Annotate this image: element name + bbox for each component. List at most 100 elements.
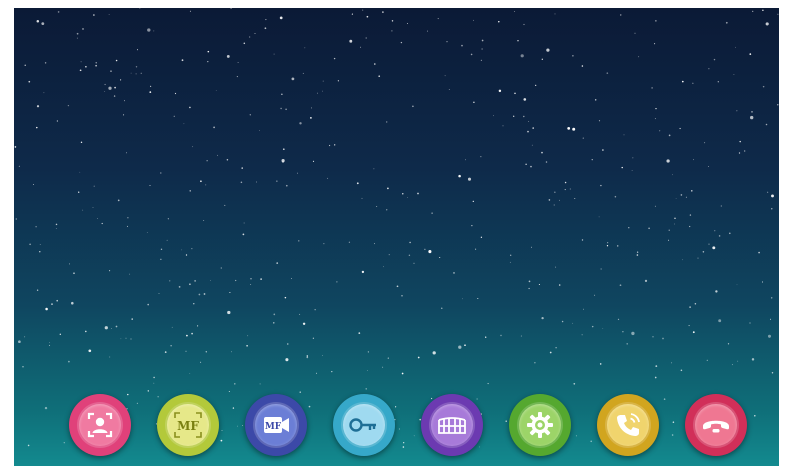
star <box>509 261 511 263</box>
unlock-key-button[interactable] <box>333 394 395 456</box>
star <box>322 355 323 356</box>
star <box>104 326 108 330</box>
star <box>285 184 288 187</box>
star <box>428 250 432 254</box>
star <box>217 154 219 156</box>
star <box>79 69 82 72</box>
star <box>109 270 111 272</box>
star <box>765 123 768 126</box>
star <box>651 87 653 89</box>
star <box>777 13 779 15</box>
star <box>181 59 184 62</box>
star <box>725 21 728 24</box>
star <box>582 137 584 139</box>
star <box>186 334 188 337</box>
face-recognition-button[interactable] <box>69 394 131 456</box>
star <box>520 54 524 58</box>
bottom-dock: MF MF <box>14 394 779 464</box>
star <box>510 254 512 256</box>
star <box>226 54 230 58</box>
star <box>666 159 670 163</box>
star <box>689 306 691 308</box>
star <box>412 105 414 108</box>
star <box>76 32 79 35</box>
star <box>104 83 106 86</box>
star <box>29 243 31 246</box>
star <box>130 72 132 74</box>
hang-up-button[interactable] <box>685 394 747 456</box>
star <box>246 344 248 347</box>
star <box>407 23 408 24</box>
star <box>668 134 671 137</box>
star <box>538 283 540 286</box>
star <box>572 55 574 57</box>
star <box>453 272 455 274</box>
star <box>620 14 622 16</box>
hang-up-icon <box>703 420 729 433</box>
star <box>514 10 516 12</box>
star <box>475 248 477 250</box>
star <box>462 298 463 300</box>
star <box>680 194 683 196</box>
star <box>402 193 404 195</box>
gate-button[interactable] <box>421 394 483 456</box>
star <box>564 181 567 184</box>
star <box>80 61 82 63</box>
star <box>185 254 188 256</box>
star <box>674 223 675 225</box>
star <box>247 335 249 337</box>
star <box>203 220 205 221</box>
star <box>14 146 17 148</box>
star <box>18 340 21 344</box>
star <box>674 217 676 219</box>
settings-button[interactable] <box>509 394 571 456</box>
star <box>671 362 673 364</box>
star <box>767 191 769 193</box>
star <box>739 140 741 143</box>
call-log-button[interactable] <box>597 394 659 456</box>
star <box>762 9 764 11</box>
star <box>146 232 148 233</box>
star <box>682 259 684 261</box>
star <box>554 13 556 15</box>
star <box>417 356 420 359</box>
star <box>685 196 687 198</box>
star <box>110 328 112 329</box>
star <box>273 313 276 316</box>
star <box>481 39 484 42</box>
star <box>493 115 494 117</box>
star <box>737 360 739 362</box>
star <box>185 350 187 352</box>
star <box>160 172 162 174</box>
star <box>189 373 191 374</box>
star <box>35 226 37 228</box>
star <box>80 141 83 144</box>
star <box>291 77 295 81</box>
star <box>659 130 661 132</box>
star <box>88 349 92 353</box>
star <box>662 337 664 340</box>
monitor-video-button[interactable]: MF <box>245 394 307 456</box>
star <box>310 117 312 119</box>
star <box>276 180 278 182</box>
star <box>57 11 60 13</box>
monitor-photo-button[interactable]: MF <box>157 394 219 456</box>
star <box>530 165 532 168</box>
star <box>736 110 738 112</box>
star <box>528 287 530 290</box>
star <box>329 144 331 147</box>
settings-gear-icon <box>527 412 553 438</box>
star <box>520 335 522 337</box>
star <box>279 16 283 20</box>
star <box>129 273 131 275</box>
star <box>117 199 120 202</box>
star <box>73 272 75 275</box>
star <box>600 184 602 187</box>
star <box>750 115 754 120</box>
star <box>125 152 128 154</box>
star <box>366 370 368 371</box>
star <box>231 351 232 353</box>
star <box>273 322 275 324</box>
star <box>153 30 155 32</box>
star <box>751 111 753 113</box>
